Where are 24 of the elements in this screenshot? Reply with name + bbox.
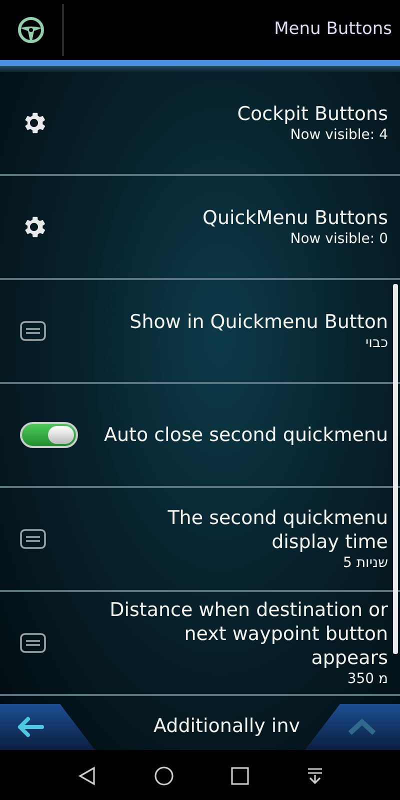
setting-value: כבוי	[366, 334, 388, 352]
caret-up-icon	[348, 719, 376, 735]
steering-wheel-icon[interactable]	[17, 16, 45, 44]
setting-row[interactable]: QuickMenu Buttons Now visible: 0	[0, 176, 400, 280]
setting-title: Auto close second quickmenu	[104, 423, 388, 447]
setting-title: Show in Quickmenu Button	[130, 310, 388, 334]
list-icon	[20, 633, 46, 653]
setting-title: Cockpit Buttons	[237, 102, 388, 126]
scrollbar[interactable]	[393, 284, 398, 654]
screen-title: Menu Buttons	[274, 18, 392, 42]
toggle-switch[interactable]	[20, 422, 78, 448]
setting-row[interactable]: Additionally inv	[100, 696, 300, 750]
list-icon	[20, 321, 46, 341]
setting-title: The second quickmenu display time	[166, 506, 388, 554]
setting-value: 350 מ	[347, 670, 388, 688]
back-arrow-icon	[16, 716, 44, 738]
setting-value: 5 שניות	[342, 554, 388, 572]
setting-row[interactable]: Cockpit Buttons Now visible: 4	[0, 72, 400, 176]
setting-title: QuickMenu Buttons	[202, 206, 388, 230]
setting-value: Now visible: 4	[290, 126, 388, 144]
setting-value: Now visible: 0	[290, 230, 388, 248]
setting-title: Distance when destination or next waypoint button appears	[108, 598, 388, 670]
list-icon	[20, 529, 46, 549]
setting-title: Additionally inv	[153, 714, 300, 738]
